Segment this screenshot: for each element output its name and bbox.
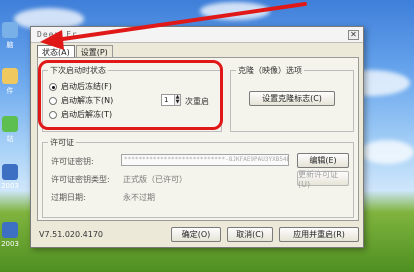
update-license-button[interactable]: 更新许可证(U) [297, 170, 349, 189]
license-group: 许可证 许可证密钥: ****************************-… [42, 137, 354, 218]
app-icon [2, 164, 18, 180]
sky-cloud [360, 140, 414, 164]
version-label: V7.51.020.4170 [39, 230, 103, 239]
group-title: 克隆（映像）选项 [236, 65, 304, 76]
close-button[interactable]: ✕ [348, 30, 359, 40]
desktop-icon-documents[interactable]: 件 [0, 68, 20, 96]
desktop-icon-app-2[interactable]: 2003 [0, 222, 20, 248]
license-key-field[interactable]: ****************************-8JKFAE9PAU3… [121, 154, 289, 166]
set-clone-flag-button[interactable]: 设置克隆标志(C) [249, 91, 335, 106]
desktop-icon-app-1[interactable]: 2003 [0, 164, 20, 190]
license-type-value: 正式版（已许可） [123, 175, 187, 184]
license-key-label: 许可证密钥: [51, 157, 94, 166]
desktop-icon-label: 2003 [1, 240, 19, 248]
clone-options-group: 克隆（映像）选项 设置克隆标志(C) [230, 65, 354, 132]
expiry-date-value: 永不过期 [123, 193, 155, 202]
cancel-button[interactable]: 取消(C) [227, 227, 273, 242]
app-icon [2, 222, 18, 238]
close-icon: ✕ [350, 30, 357, 39]
license-type-label: 许可证密钥类型: [51, 175, 110, 184]
desktop-icon-label: 件 [6, 87, 14, 95]
desktop-icon-recycle[interactable]: 站 [0, 116, 20, 144]
desktop-icon-label: 脑 [6, 41, 14, 49]
dialog-titlebar[interactable]: Deep Fr [31, 27, 363, 43]
dialog-title: Deep Fr [37, 30, 78, 39]
desktop-icon-label: 站 [6, 135, 14, 143]
recycle-bin-icon [2, 116, 18, 132]
edit-license-button[interactable]: 编辑(E) [297, 153, 349, 168]
expiry-date-label: 过期日期: [51, 193, 86, 202]
apply-restart-button[interactable]: 应用并重启(R) [279, 227, 359, 242]
desktop-icon-label: 2003 [1, 182, 19, 190]
annotation-highlight-box [38, 60, 223, 130]
desktop-icon-computer[interactable]: 脑 [0, 22, 20, 50]
ok-button[interactable]: 确定(O) [171, 227, 221, 242]
folder-icon [2, 68, 18, 84]
sky-cloud [200, 2, 270, 20]
computer-icon [2, 22, 18, 38]
group-title: 许可证 [48, 137, 76, 148]
